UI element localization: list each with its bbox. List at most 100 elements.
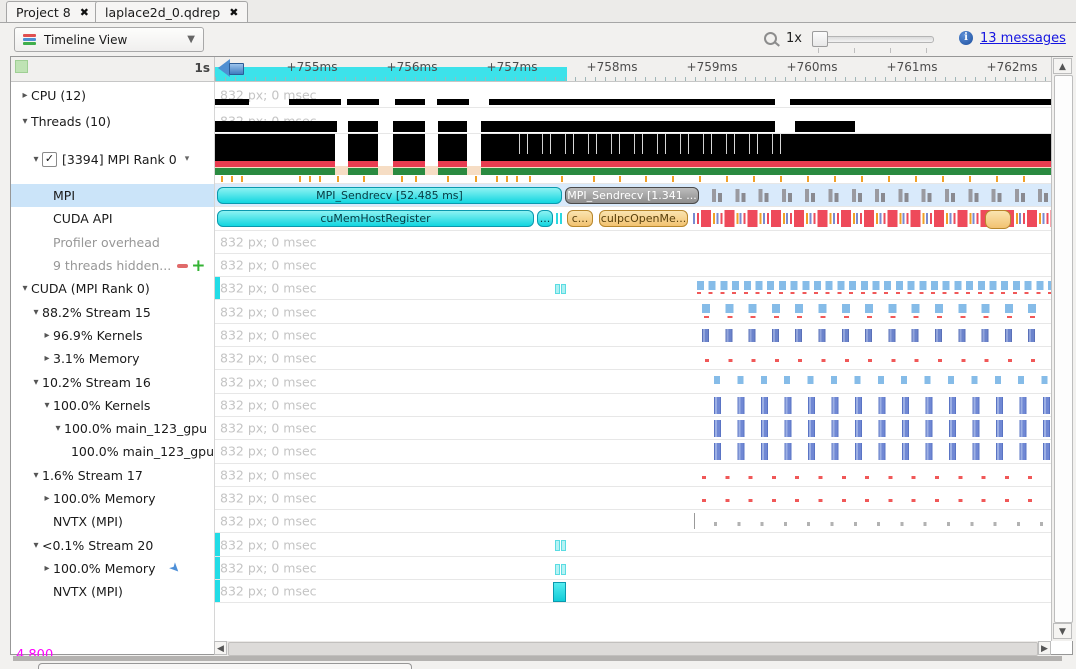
timeline-row-s20-memory[interactable]: 832 px; 0 msec [215, 557, 1051, 580]
horizontal-scrollbar[interactable]: ◀ ▶ [214, 641, 1051, 655]
mpi-sendrecv-bar[interactable]: MPI_Sendrecv [1.341 ... [565, 187, 699, 204]
cumemhostregister-bar[interactable]: cuMemHostRegister [217, 210, 534, 227]
sidebar-row-s16-kernels[interactable]: ▾100.0% Kernels [11, 394, 214, 417]
timeline-row-s17-memory[interactable]: 832 px; 0 msec [215, 487, 1051, 510]
os-runtime-tick [447, 176, 449, 182]
scroll-up-button[interactable]: ▲ [1053, 58, 1072, 74]
vertical-scrollbar-thumb[interactable] [1054, 75, 1073, 623]
show-threads-plus-icon[interactable]: + [191, 261, 205, 271]
sidebar-row-nvtx-mpi-2[interactable]: NVTX (MPI) [11, 580, 214, 603]
zoom-slider-track[interactable] [814, 36, 934, 43]
timeline-row-stream-17[interactable]: 832 px; 0 msec [215, 464, 1051, 487]
sidebar-row-stream-20[interactable]: ▾<0.1% Stream 20 [11, 533, 214, 556]
timeline-row-cpu[interactable]: 832 px; 0 msec [215, 82, 1051, 108]
cpu-usage-chart-segment [215, 99, 249, 105]
timeline-ruler[interactable]: +755ms+756ms+757ms+758ms+759ms+760ms+761… [214, 57, 1051, 82]
thread-cpu-usage-block [215, 134, 335, 161]
zoom-level-label: 1x [786, 31, 802, 46]
sidebar-row-profiler-overhead[interactable]: Profiler overhead [11, 231, 214, 254]
row-label: NVTX (MPI) [53, 584, 123, 599]
cuda-api-collapsed-bar[interactable]: ... [537, 210, 553, 227]
horizontal-scrollbar-thumb[interactable] [228, 642, 1038, 656]
hide-threads-minus-icon[interactable] [177, 264, 188, 268]
jump-left-arrow-icon[interactable] [218, 59, 244, 77]
timeline-row-stream-16[interactable]: 832 px; 0 msec [215, 370, 1051, 393]
sidebar-row-s15-kernels[interactable]: ▸96.9% Kernels [11, 324, 214, 347]
splitter-bar[interactable] [13, 656, 1062, 661]
thread-visibility-checkbox[interactable]: ✓ [42, 152, 57, 167]
sidebar-row-cpu[interactable]: ▸CPU (12) [11, 82, 214, 108]
timeline-row-cuda-mpi-rank-0[interactable]: 832 px; 0 msec [215, 277, 1051, 300]
timeline-rows: 832 px; 0 msec832 px; 0 msec832 px; 0 ms… [214, 82, 1051, 642]
tree-expand-icon[interactable]: ▸ [41, 330, 53, 341]
timeline-row-stream-15[interactable]: 832 px; 0 msec [215, 300, 1051, 323]
os-runtime-tick [807, 176, 809, 182]
scroll-down-button[interactable]: ▼ [1053, 623, 1072, 639]
vertical-scrollbar[interactable]: ▲ ▼ [1051, 57, 1073, 641]
timeline-row-profiler-overhead[interactable]: 832 px; 0 msec [215, 231, 1051, 254]
tree-collapse-icon[interactable]: ▾ [52, 423, 64, 434]
cuda-api-orange-bar[interactable] [985, 210, 1011, 229]
view-selector-dropdown[interactable]: Timeline View ▼ [14, 27, 204, 52]
tree-expand-icon[interactable]: ▸ [41, 353, 53, 364]
timeline-row-main-123-gpu[interactable]: 832 px; 0 msec [215, 417, 1051, 440]
tree-collapse-icon[interactable]: ▾ [30, 377, 42, 388]
timeline-row-mpi[interactable]: MPI_Sendrecv [52.485 ms]MPI_Sendrecv [1.… [215, 184, 1051, 207]
sidebar-row-s20-memory[interactable]: ▸100.0% Memory➤ [11, 557, 214, 580]
close-icon[interactable]: ✖ [229, 6, 238, 19]
cuda-api-small-bar[interactable]: c... [567, 210, 593, 227]
tab-project-8[interactable]: Project 8 ✖ [6, 1, 99, 22]
tree-collapse-icon[interactable]: ▾ [30, 470, 42, 481]
timeline-row-s15-kernels[interactable]: 832 px; 0 msec [215, 324, 1051, 347]
tab-laplace2d-qdrep[interactable]: laplace2d_0.qdrep ✖ [95, 1, 248, 22]
tree-collapse-icon[interactable]: ▾ [41, 400, 53, 411]
messages-link[interactable]: 13 messages [980, 31, 1066, 46]
tree-collapse-icon[interactable]: ▾ [19, 283, 31, 294]
sidebar-row-stream-17[interactable]: ▾1.6% Stream 17 [11, 464, 214, 487]
timeline-row-threads[interactable]: 832 px; 0 msec [215, 108, 1051, 134]
sidebar-row-threads-hidden[interactable]: 9 threads hidden...+ [11, 254, 214, 277]
sidebar-row-stream-16[interactable]: ▾10.2% Stream 16 [11, 370, 214, 393]
sidebar-row-s17-memory[interactable]: ▸100.0% Memory [11, 487, 214, 510]
tree-expand-icon[interactable]: ▸ [19, 90, 31, 101]
sidebar-row-main-123-gpu[interactable]: ▾100.0% main_123_gpu [11, 417, 214, 440]
sidebar-row-mpi-rank-0[interactable]: ▾✓[3394] MPI Rank 0▾ [11, 134, 214, 184]
zoom-slider-handle[interactable] [812, 31, 828, 47]
timeline-row-nvtx-mpi-1[interactable]: 832 px; 0 msec [215, 510, 1051, 533]
scroll-right-button[interactable]: ▶ [1038, 641, 1051, 655]
sidebar-row-threads[interactable]: ▾Threads (10) [11, 108, 214, 134]
timeline-row-s16-kernels[interactable]: 832 px; 0 msec [215, 394, 1051, 417]
close-icon[interactable]: ✖ [80, 6, 89, 19]
ruler-tick-label: +759ms [687, 60, 738, 74]
sidebar-row-nvtx-mpi-1[interactable]: NVTX (MPI) [11, 510, 214, 533]
timeline-row-stream-20[interactable]: 832 px; 0 msec [215, 533, 1051, 556]
timeline-row-main-123-gpu-leaf[interactable]: 832 px; 0 msec [215, 440, 1051, 463]
cuipcopenmem-bar[interactable]: cuIpcOpenMe... [599, 210, 688, 227]
tree-collapse-icon[interactable]: ▾ [30, 154, 42, 165]
main-123-gpu-kernel-bars [714, 420, 1051, 437]
timeline-row-nvtx-mpi-2[interactable]: 832 px; 0 msec [215, 580, 1051, 603]
timeline-row-s15-memory[interactable]: 832 px; 0 msec [215, 347, 1051, 370]
sidebar-row-cuda-api[interactable]: CUDA API [11, 207, 214, 230]
stream17-memory-dashes [702, 499, 1051, 502]
nvtx-range-bar[interactable] [553, 582, 566, 602]
timeline-row-cuda-api[interactable]: cuMemHostRegister... c... cuIpcOpenMe... [215, 207, 1051, 230]
mpi-sendrecv-bar[interactable]: MPI_Sendrecv [52.485 ms] [217, 187, 562, 204]
sidebar-row-s15-memory[interactable]: ▸3.1% Memory [11, 347, 214, 370]
tree-expand-icon[interactable]: ▸ [41, 493, 53, 504]
os-runtime-tick [516, 176, 518, 182]
sidebar-row-cuda-mpi-rank-0[interactable]: ▾CUDA (MPI Rank 0) [11, 277, 214, 300]
row-label: 100.0% Memory [53, 491, 155, 506]
row-label: CUDA (MPI Rank 0) [31, 281, 150, 296]
scroll-left-button[interactable]: ◀ [214, 641, 227, 655]
tree-expand-icon[interactable]: ▸ [41, 563, 53, 574]
sidebar-row-stream-15[interactable]: ▾88.2% Stream 15 [11, 300, 214, 323]
sidebar-row-mpi[interactable]: MPI [11, 184, 214, 207]
tree-collapse-icon[interactable]: ▾ [19, 116, 31, 127]
timeline-row-threads-hidden[interactable]: 832 px; 0 msec [215, 254, 1051, 277]
tree-collapse-icon[interactable]: ▾ [30, 307, 42, 318]
row-options-dropdown-icon[interactable]: ▾ [185, 154, 190, 164]
timeline-row-mpi-rank-0[interactable]: 832 px; 0 msec [215, 134, 1051, 184]
tree-collapse-icon[interactable]: ▾ [30, 540, 42, 551]
sidebar-row-main-123-gpu-leaf[interactable]: 100.0% main_123_gpu [11, 440, 214, 463]
